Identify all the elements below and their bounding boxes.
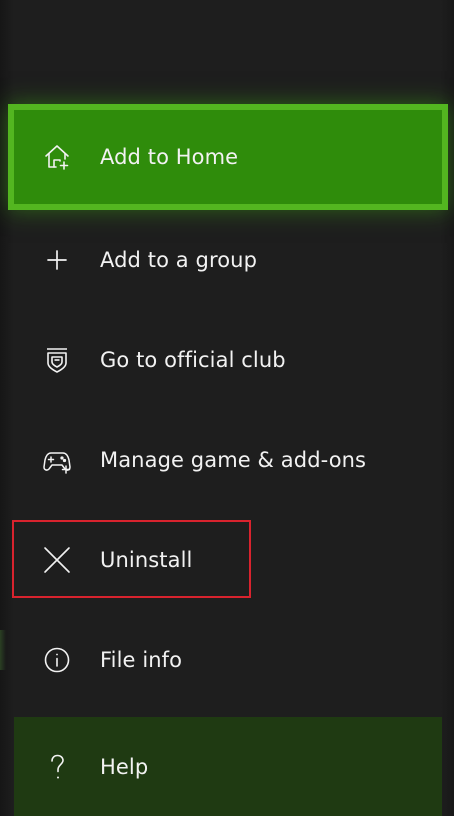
- edge-glow: [0, 630, 6, 670]
- question-icon: [42, 752, 72, 782]
- controller-icon: [42, 445, 72, 475]
- menu-item-label: Help: [100, 754, 149, 779]
- menu-item-add-to-group[interactable]: Add to a group: [14, 214, 442, 306]
- context-menu-screen: Add to Home Add to a group Go to officia…: [0, 0, 454, 816]
- club-shield-icon: [42, 345, 72, 375]
- close-icon: [42, 545, 72, 575]
- home-add-icon: [42, 142, 72, 172]
- info-icon: [42, 645, 72, 675]
- menu-item-label: File info: [100, 648, 183, 672]
- menu-item-label: Add to Home: [100, 145, 239, 169]
- menu-item-add-to-home[interactable]: Add to Home: [14, 110, 442, 204]
- menu-item-uninstall[interactable]: Uninstall: [14, 514, 442, 606]
- plus-icon: [42, 245, 72, 275]
- menu-item-file-info[interactable]: File info: [14, 614, 442, 706]
- menu-item-manage-game[interactable]: Manage game & add-ons: [14, 414, 442, 506]
- menu-item-official-club[interactable]: Go to official club: [14, 314, 442, 406]
- menu-item-label: Go to official club: [100, 348, 286, 372]
- menu-item-label: Uninstall: [100, 548, 193, 572]
- menu-item-help[interactable]: Help: [14, 717, 442, 816]
- menu-item-label: Manage game & add-ons: [100, 448, 367, 472]
- menu-item-label: Add to a group: [100, 248, 258, 272]
